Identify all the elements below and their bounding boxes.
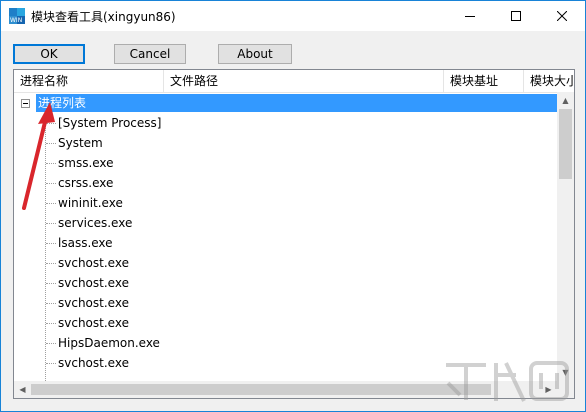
collapse-toggle-icon[interactable] <box>21 99 30 108</box>
process-item[interactable]: svchost.exe <box>58 313 129 333</box>
ok-button[interactable]: OK <box>13 44 85 64</box>
scroll-down-icon[interactable]: ▼ <box>557 364 574 381</box>
tree-connector-line <box>46 163 56 164</box>
tree-connector-line <box>46 143 56 144</box>
tree-connector-line <box>46 323 56 324</box>
column-module-base[interactable]: 模块基址 <box>444 70 524 92</box>
tree-connector-line <box>46 203 56 204</box>
about-button[interactable]: About <box>218 44 292 64</box>
process-item[interactable]: svchost.exe <box>58 273 129 293</box>
maximize-icon <box>511 11 521 21</box>
process-item[interactable]: smss.exe <box>58 153 114 173</box>
process-item[interactable]: csrss.exe <box>58 173 113 193</box>
minimize-button[interactable] <box>447 1 493 31</box>
close-icon <box>557 11 567 21</box>
app-window: WIN 模块查看工具(xingyun86) OK Cancel About 进程… <box>0 0 586 412</box>
process-item[interactable]: System <box>58 133 103 153</box>
scroll-right-icon[interactable]: ▶ <box>540 381 557 398</box>
tree-connector-line <box>46 343 56 344</box>
vertical-scroll-thumb[interactable] <box>559 109 572 179</box>
tree-root-item[interactable]: 进程列表 <box>36 94 557 112</box>
tree-connector-line <box>46 263 56 264</box>
svg-text:WIN: WIN <box>10 17 22 24</box>
horizontal-scroll-thumb[interactable] <box>31 384 491 395</box>
maximize-button[interactable] <box>493 1 539 31</box>
process-item[interactable]: svchost.exe <box>58 253 129 273</box>
scrollbar-corner <box>557 381 574 398</box>
tree-content: 进程列表 [System Process] System smss.exe csrss… <box>14 92 557 381</box>
horizontal-scrollbar[interactable]: ◀ ▶ <box>14 381 557 398</box>
process-item[interactable]: HipsDaemon.exe <box>58 333 160 353</box>
tree-connector-line <box>45 112 46 381</box>
process-item[interactable]: wininit.exe <box>58 193 123 213</box>
tree-connector-line <box>46 183 56 184</box>
column-file-path[interactable]: 文件路径 <box>164 70 444 92</box>
tree-connector-line <box>46 243 56 244</box>
process-item[interactable]: services.exe <box>58 213 132 233</box>
process-item[interactable]: lsass.exe <box>58 233 113 253</box>
close-button[interactable] <box>539 1 585 31</box>
title-bar[interactable]: WIN 模块查看工具(xingyun86) <box>1 1 585 31</box>
tree-root-label: 进程列表 <box>38 96 87 110</box>
tree-connector-line <box>46 363 56 364</box>
scroll-up-icon[interactable]: ▲ <box>557 92 574 109</box>
minimize-icon <box>465 16 475 17</box>
window-title: 模块查看工具(xingyun86) <box>31 10 176 24</box>
column-module-size[interactable]: 模块大小 <box>524 70 574 92</box>
process-item[interactable]: [System Process] <box>58 113 161 133</box>
tree-connector-line <box>46 223 56 224</box>
process-tree-view[interactable]: 进程名称 文件路径 模块基址 模块大小 进程列表 [System Process… <box>13 69 575 399</box>
column-process-name[interactable]: 进程名称 <box>14 70 164 92</box>
vertical-scrollbar[interactable]: ▲ ▼ <box>557 92 574 381</box>
app-icon: WIN <box>9 8 25 24</box>
tree-connector-line <box>46 123 56 124</box>
column-header: 进程名称 文件路径 模块基址 模块大小 <box>14 70 574 93</box>
cancel-button[interactable]: Cancel <box>114 44 186 64</box>
tree-connector-line <box>46 303 56 304</box>
process-item[interactable]: svchost.exe <box>58 353 129 373</box>
scroll-left-icon[interactable]: ◀ <box>14 381 31 398</box>
tree-connector-line <box>46 283 56 284</box>
process-item[interactable]: svchost.exe <box>58 293 129 313</box>
